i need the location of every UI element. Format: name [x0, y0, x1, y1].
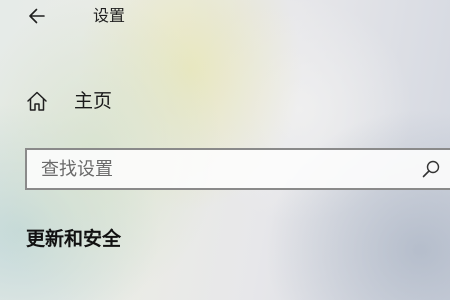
settings-window: 设置 主页 更新和安全: [0, 0, 450, 300]
search-icon[interactable]: [421, 159, 441, 179]
home-icon: [27, 91, 47, 111]
back-arrow-icon: [29, 8, 45, 24]
back-button[interactable]: [22, 2, 52, 30]
nav-item-home-label: 主页: [74, 90, 113, 112]
search-input[interactable]: [41, 150, 411, 188]
title-bar: 设置: [0, 0, 450, 34]
section-heading: 更新和安全: [26, 228, 122, 250]
nav-item-home[interactable]: 主页: [0, 84, 450, 120]
window-title: 设置: [93, 6, 126, 25]
search-box[interactable]: [25, 148, 450, 190]
